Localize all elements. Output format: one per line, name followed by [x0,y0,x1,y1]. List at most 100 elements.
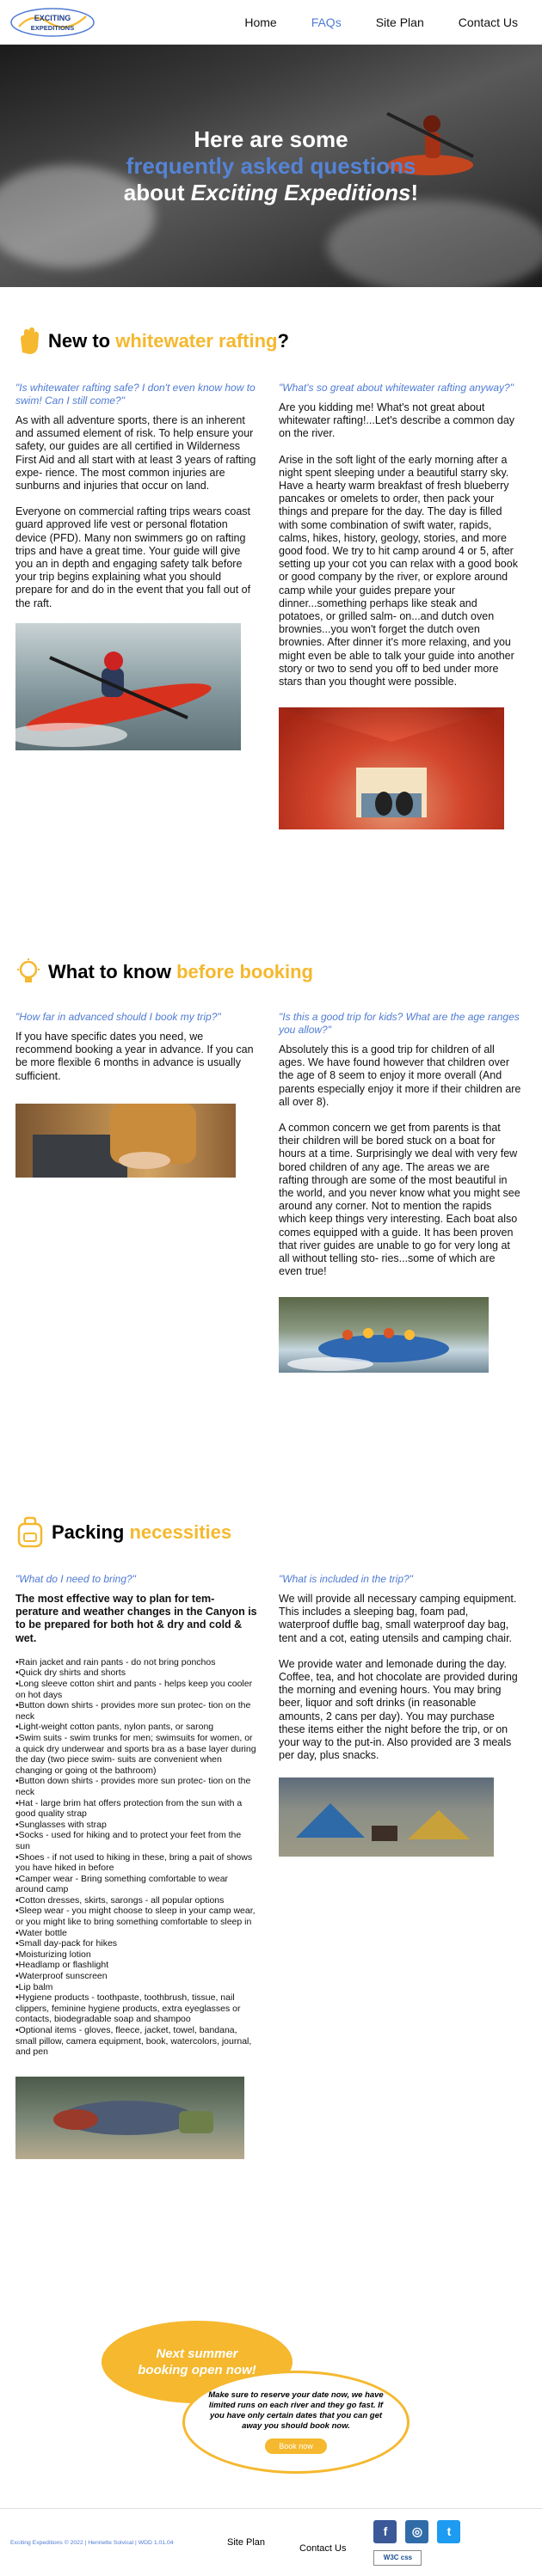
campsite-photo [279,1778,494,1857]
faq-answer: Everyone on commercial rafting trips wea… [15,505,251,609]
hero-line3-pre: about [123,179,191,205]
packing-list-item: •Sunglasses with strap [15,1819,107,1830]
packing-list-item: •Cotton dresses, skirts, sarongs - all p… [15,1894,225,1906]
tent-photo [279,707,504,830]
packing-list-item: •Shoes - if not used to hiking in these,… [15,1851,253,1874]
nav-contact-us[interactable]: Contact Us [441,15,535,29]
footer-site-plan[interactable]: Site Plan [227,2537,265,2548]
booking-header: What to know before booking [15,952,527,992]
footer-contact[interactable]: Contact Us [299,2543,346,2554]
cta-card: Make sure to reserve your date now, we h… [182,2371,410,2474]
rafting-section: New to whitewater rafting? "Is whitewate… [0,321,542,830]
backpack-icon [17,1516,43,1548]
packing-list-item: •Button down shirts - provides more sun … [15,1700,251,1722]
kayak-photo [15,622,241,750]
nav-home[interactable]: Home [227,15,293,29]
packing-list-item: •Long sleeve cotton shirt and pants - he… [15,1679,253,1700]
packing-list-item: •Headlamp or flashlight [15,1960,109,1971]
packing-list-item: •Button down shirts - provides more sun … [15,1776,251,1797]
book-now-button[interactable]: Book now [265,2438,327,2454]
faq-answer: We provide water and lemonade during the… [279,1657,518,1762]
packing-title-accent: necessities [129,1521,232,1543]
packing-title: Packing necessities [52,1521,231,1544]
faq-answer: If you have specific dates you need, we … [15,1031,254,1082]
hand-wave-icon [21,327,39,354]
cta-bubble-text: Next summer booking open now! [138,2347,256,2377]
footer-copyright: Exciting Expeditions © 2022 | Henriette … [10,2539,174,2546]
booking-columns: "How far in advanced should I book my tr… [15,1011,527,1374]
hero-line3-em: Exciting Expeditions [190,179,411,205]
faq-question: "Is this a good trip for kids? What are … [279,1011,520,1036]
packing-list-item: •Rain jacket and rain pants - do not bri… [15,1656,216,1667]
packing-list-item: •Optional items - gloves, fleece, jacket… [15,2025,252,2058]
packing-col-right: "What is included in the trip?" We will … [279,1573,521,2159]
rafting-col-left: "Is whitewater rafting safe? I don't eve… [15,382,258,829]
w3c-css-badge[interactable]: W3C css [373,2549,422,2566]
brand-logo[interactable]: EXCITING EXPEDITIONS [7,4,98,40]
laptop-photo [15,1103,236,1178]
cta-area: Next summer booking open now! Make sure … [0,2321,542,2493]
packing-list-item: •Sleep wear - you might choose to sleep … [15,1906,256,1928]
packing-list-item: •Swim suits - swim trunks for men; swims… [15,1732,256,1776]
faq-question: "What's so great about whitewater raftin… [279,382,514,394]
gear-photo [15,2076,244,2159]
social-icons: f ◎ t [373,2519,461,2543]
packing-columns: "What do I need to bring?" The most effe… [15,1573,527,2159]
rafting-title: New to whitewater rafting? [48,330,289,352]
faq-answer: Arise in the soft light of the early mor… [279,453,518,688]
hero-banner: Here are some frequently asked questions… [0,45,542,287]
faq-answer: As with all adventure sports, there is a… [15,414,256,493]
nav-links: Home FAQs Site Plan Contact Us [227,15,535,29]
packing-list-item: •Waterproof sunscreen [15,1971,108,1982]
footer: Exciting Expeditions © 2022 | Henriette … [0,2508,542,2576]
top-nav: EXCITING EXPEDITIONS Home FAQs Site Plan… [0,0,542,45]
hero-line2: frequently asked questions [126,152,416,179]
packing-list-item: •Light-weight cotton pants, nylon pants,… [15,1722,214,1733]
packing-header: Packing necessities [15,1513,527,1552]
packing-col-left: "What do I need to bring?" The most effe… [15,1573,258,2159]
packing-title-pre: Packing [52,1521,130,1543]
twitter-icon[interactable]: t [437,2519,461,2543]
faq-answer: A common concern we get from parents is … [279,1122,520,1278]
rafting-title-post: ? [277,330,289,352]
packing-list-item: •Camper wear - Bring something comfortab… [15,1873,229,1895]
hero-line1: Here are some [194,125,348,152]
faq-answer: The most effective way to plan for tem- … [15,1593,257,1644]
rafting-header: New to whitewater rafting? [15,321,527,361]
packing-list: •Rain jacket and rain pants - do not bri… [15,1657,258,2058]
booking-col-left: "How far in advanced should I book my tr… [15,1011,258,1373]
faq-question: "Is whitewater rafting safe? I don't eve… [15,382,256,407]
faq-answer: Are you kidding me! What's not great abo… [279,401,515,440]
nav-site-plan[interactable]: Site Plan [359,15,441,29]
nav-faqs[interactable]: FAQs [294,15,359,29]
packing-list-item: •Hat - large brim hat offers protection … [15,1797,243,1820]
booking-col-right: "Is this a good trip for kids? What are … [279,1011,521,1374]
packing-list-item: •Water bottle [15,1927,67,1938]
instagram-icon[interactable]: ◎ [405,2519,429,2543]
booking-title: What to know before booking [48,961,313,983]
packing-list-item: •Hygiene products - toothpaste, toothbru… [15,1992,241,2025]
faq-question: "What is included in the trip?" [279,1573,413,1585]
rafting-title-accent: whitewater rafting [115,330,278,352]
cta-text: Make sure to reserve your date now, we h… [208,2390,384,2431]
faq-answer: We will provide all necessary camping eq… [279,1593,517,1644]
logo-line2: EXPEDITIONS [31,24,74,32]
packing-list-item: •Quick dry shirts and shorts [15,1667,126,1679]
rafting-columns: "Is whitewater rafting safe? I don't eve… [15,382,527,830]
hero-water-spray [327,199,542,287]
lightbulb-icon [17,958,40,982]
hero-heading: Here are some frequently asked questions… [124,126,418,206]
facebook-icon[interactable]: f [373,2519,397,2543]
booking-section: What to know before booking "How far in … [0,952,542,1374]
hero-line3-post: ! [410,179,419,205]
logo-line1: EXCITING [34,14,71,22]
booking-title-pre: What to know [48,961,177,982]
raft-group-photo [279,1297,489,1374]
faq-answer: Absolutely this is a good trip for child… [279,1043,521,1108]
faq-question: "How far in advanced should I book my tr… [15,1011,221,1023]
packing-list-item: •Moisturizing lotion [15,1949,91,1960]
rafting-col-right: "What's so great about whitewater raftin… [279,382,521,830]
booking-title-accent: before booking [176,961,313,982]
footer-social: f ◎ t W3C css [373,2519,461,2566]
packing-list-item: •Lip balm [15,1981,53,1992]
